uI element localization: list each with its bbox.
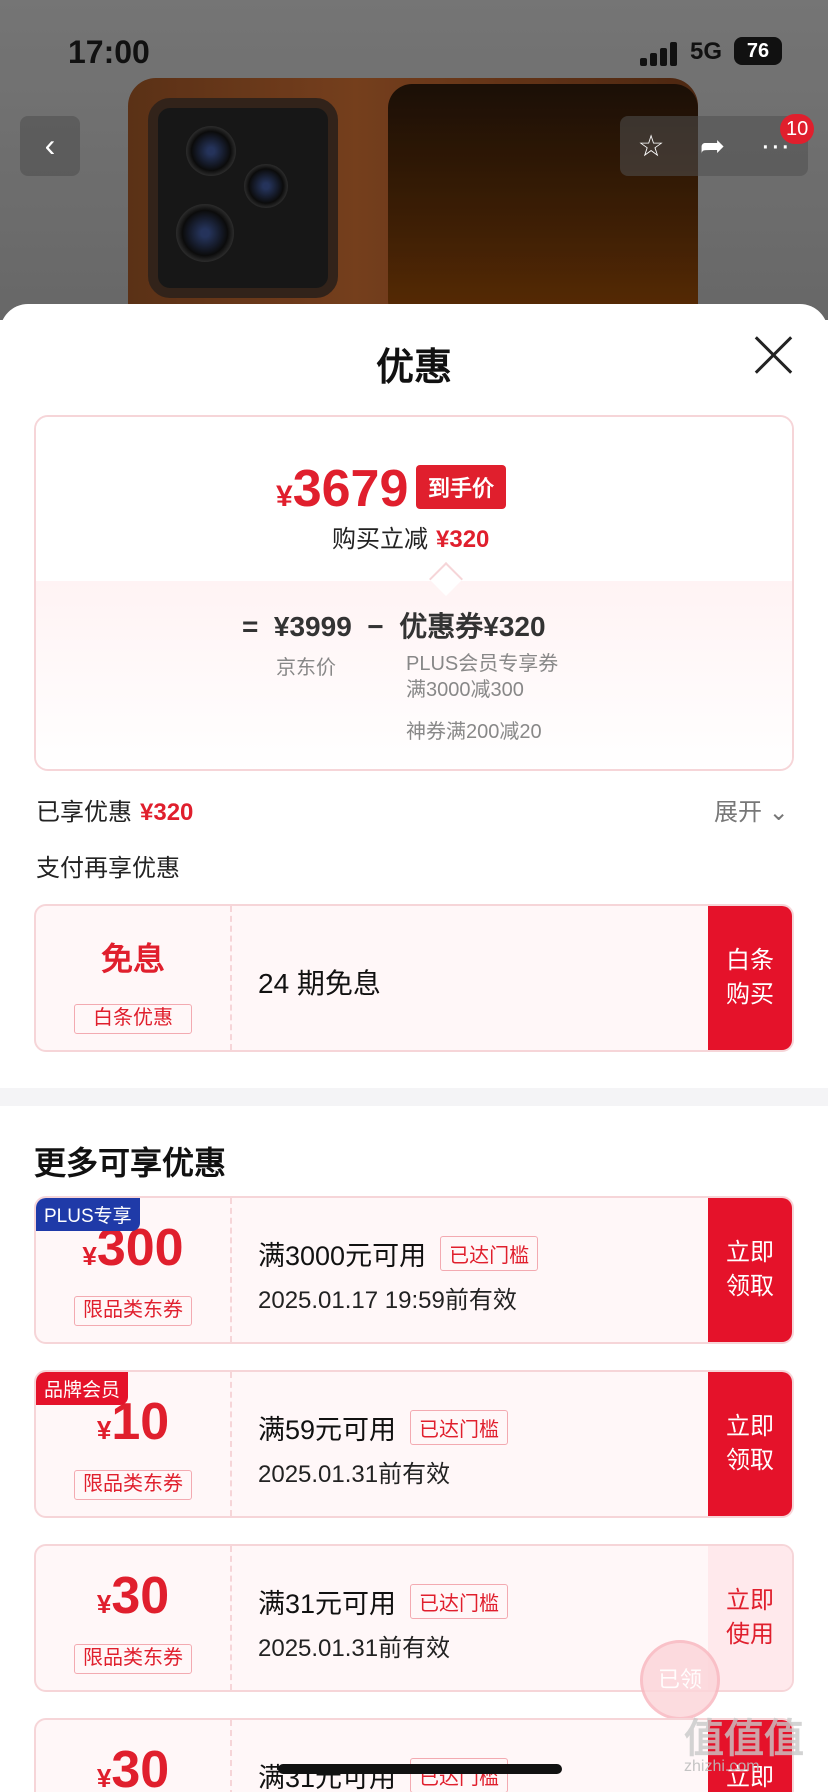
- section-divider: [0, 1088, 828, 1106]
- share-icon[interactable]: ➦: [700, 129, 725, 164]
- coupon-scope: 限品类东券: [74, 1296, 192, 1326]
- shen-coupon-desc: 神券满200减20: [406, 721, 542, 743]
- coupon-condition: 满59元可用 已达门槛: [258, 1408, 509, 1447]
- claim-button[interactable]: 立即 领取: [708, 1372, 792, 1516]
- buy-discount: 购买立减 ¥320: [332, 526, 490, 553]
- baitiao-title: 免息: [100, 941, 165, 977]
- coupon-condition: 满31元可用 已达门槛: [258, 1756, 509, 1792]
- use-button[interactable]: 立即 使用: [708, 1546, 792, 1690]
- more-discounts-title: 更多可享优惠: [34, 1145, 227, 1181]
- claim-button[interactable]: 立即 领取: [708, 1198, 792, 1342]
- baitiao-desc: 24 期免息: [258, 968, 381, 999]
- coupon-scope: 限品类东券: [74, 1470, 192, 1500]
- price-calculation: = ¥3999 − 优惠券¥320: [242, 611, 546, 642]
- status-bar: 17:00 5G 76: [0, 0, 828, 100]
- brand-member-ribbon: 品牌会员: [36, 1372, 129, 1405]
- status-time: 17:00: [68, 34, 150, 70]
- pay-more-label: 支付再享优惠: [36, 855, 180, 882]
- coupon-amount: ¥30: [96, 1567, 170, 1625]
- home-indicator[interactable]: [278, 1764, 562, 1774]
- watermark-logo: 值值值: [684, 1717, 804, 1761]
- coupon-validity: 2025.01.17 19:59前有效: [258, 1287, 517, 1314]
- expand-toggle[interactable]: 展开 ⌄: [714, 792, 789, 827]
- price-breakdown-card: ¥3679 到手价 购买立减 ¥320 = ¥3999 − 优惠券¥320 京东价…: [34, 415, 794, 771]
- baitiao-scope: 白条优惠: [74, 1004, 192, 1034]
- jd-price-label: 京东价: [276, 657, 336, 679]
- final-price: ¥3679: [276, 460, 409, 518]
- back-button[interactable]: ‹: [20, 116, 80, 176]
- coupon-card: ¥10 限品类东券 品牌会员 满59元可用 已达门槛 2025.01.31前有效 …: [34, 1370, 794, 1518]
- favorite-star-icon[interactable]: ☆: [638, 129, 665, 164]
- baitiao-card: 免息 白条优惠 24 期免息 白条 购买: [34, 904, 794, 1052]
- plus-coupon-desc: PLUS会员专享券 满3000减300: [406, 653, 559, 701]
- coupon-card: ¥30 满31元可用 已达门槛 立即: [34, 1718, 794, 1792]
- coupon-card: ¥300 限品类东券 PLUS专享 满3000元可用 已达门槛 2025.01.1…: [34, 1196, 794, 1344]
- coupon-condition: 满3000元可用 已达门槛: [258, 1234, 539, 1273]
- battery-icon: 76: [734, 37, 782, 65]
- network-type: 5G: [690, 38, 723, 65]
- baitiao-buy-button[interactable]: 白条 购买: [708, 906, 792, 1050]
- signal-icon: [640, 42, 680, 66]
- final-price-tag: 到手价: [416, 465, 507, 509]
- coupon-validity: 2025.01.31前有效: [258, 1461, 451, 1488]
- message-badge: 10: [780, 114, 815, 144]
- coupon-validity: 2025.01.31前有效: [258, 1635, 451, 1662]
- close-icon[interactable]: [752, 334, 794, 376]
- sheet-title: 优惠: [375, 347, 452, 389]
- plus-ribbon: PLUS专享: [36, 1198, 140, 1231]
- coupon-amount: ¥30: [96, 1741, 170, 1792]
- enjoyed-discount: 已享优惠 ¥320: [36, 799, 194, 826]
- coupon-condition: 满31元可用 已达门槛: [258, 1582, 509, 1621]
- watermark-url: zhizhi.com: [684, 1758, 760, 1775]
- coupon-scope: 限品类东券: [74, 1644, 192, 1674]
